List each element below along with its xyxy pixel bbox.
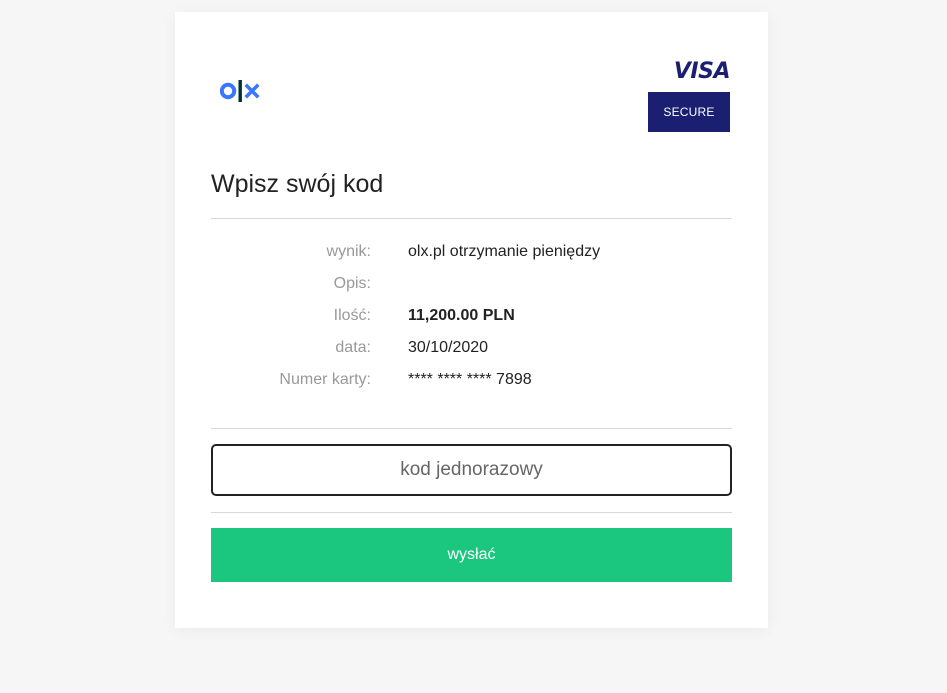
otp-code-input[interactable] [211,444,732,496]
detail-row-card-number: Numer karty: **** **** **** 7898 [211,364,732,396]
detail-label: Opis: [333,275,371,292]
divider [211,512,732,513]
divider [211,428,732,429]
detail-value: 11,200.00 PLN [408,307,515,324]
detail-row-result: wynik: olx.pl otrzymanie pieniędzy [211,236,732,268]
divider [211,218,732,219]
submit-button[interactable]: wysłać [211,528,732,582]
detail-label: wynik: [326,243,371,260]
detail-value: olx.pl otrzymanie pieniędzy [408,243,601,260]
detail-row-amount: Ilość: 11,200.00 PLN [211,300,732,332]
payment-card: VISA SECURE Wpisz swój kod wynik: olx.pl… [175,12,768,628]
page-title: Wpisz swój kod [211,170,384,198]
detail-value: **** **** **** 7898 [408,371,532,388]
visa-logo: VISA [673,59,731,84]
detail-label: data: [335,339,371,356]
secure-label: SECURE [648,92,730,132]
visa-secure-badge: VISA SECURE [648,59,731,132]
detail-row-date: data: 30/10/2020 [211,332,732,364]
detail-label: Numer karty: [279,371,371,388]
detail-label: Ilość: [333,307,371,324]
transaction-details: wynik: olx.pl otrzymanie pieniędzy Opis:… [211,236,732,396]
olx-logo [220,80,260,102]
detail-row-description: Opis: [211,268,732,300]
detail-value: 30/10/2020 [408,339,489,356]
